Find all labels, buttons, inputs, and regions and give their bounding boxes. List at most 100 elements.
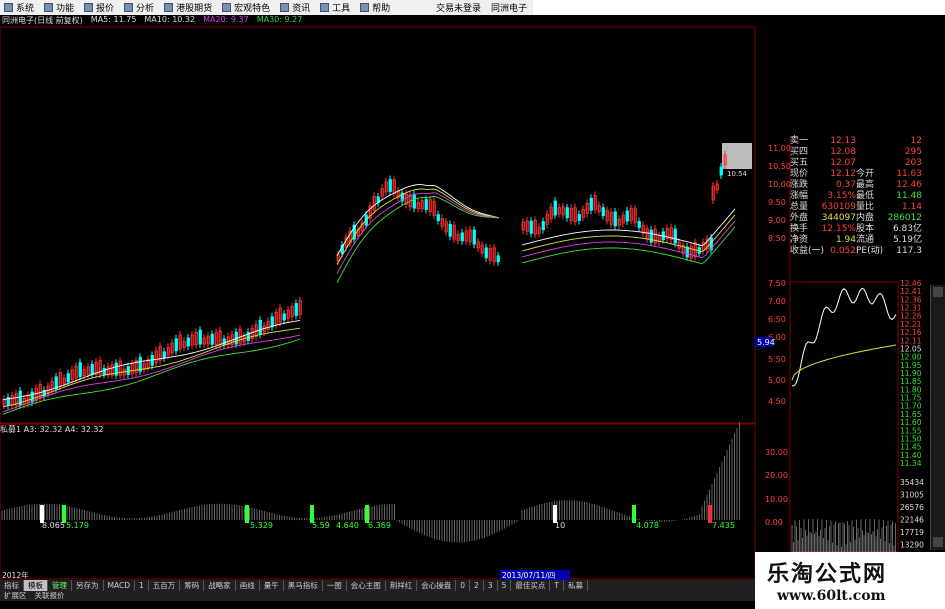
candle-body [637,221,641,228]
watermark-title: 乐淘公式网 [767,561,888,587]
tab-indicator[interactable]: T [550,580,564,591]
intraday-chart [791,287,897,552]
volume-tick-label: 26576 [900,503,924,512]
indicator-tick-label: 20.00 [765,471,788,480]
candle-body [529,220,533,234]
quote-label: 股本 [856,224,875,234]
tab-indicator[interactable]: 另存为 [72,580,104,591]
volume-tick-label: 22146 [900,516,924,525]
ma-line [336,184,500,256]
indicator-name: 私募1 [0,425,22,434]
intraday-price-line [792,287,897,387]
tab-indicator[interactable]: 五百万 [149,580,181,591]
tab-indicator[interactable]: 战略家 [204,580,236,591]
candle-body [162,351,166,359]
price-tick-label: 7.50 [768,279,786,288]
tab-indicator[interactable]: 3 [484,580,498,591]
quote-value: 11.48 [896,191,922,201]
candlesticks [2,151,727,410]
price-tick-label: 5.00 [768,376,786,385]
candle-body [448,223,452,237]
candle-body [472,229,476,245]
tab-extension-area[interactable]: 扩展区 [0,591,31,601]
tab-indicator[interactable]: 一图 [323,580,347,591]
quote-label: 最低 [856,191,875,201]
quote-row: 涨幅 3.15% 最低 11.48 [790,191,940,202]
quote-row: 现价 12.12 今开 11.63 [790,169,940,180]
candle-body [388,179,392,192]
tab-indicator[interactable]: 筹码 [180,580,205,591]
indicator-value-label: 4.078 [636,521,659,530]
tab-indicator[interactable]: 5 [498,580,512,591]
candle-body [625,210,629,222]
tab-indicator[interactable]: 1 [135,580,149,591]
quote-label: 卖一 [790,136,809,146]
intraday-frame [789,281,899,553]
tab-indicator[interactable]: 荆祥红 [386,580,418,591]
chart-canvas: 11.00 10.50 10.00 9.50 9.00 8.50 7.50 7.00 6.50 6… [0,26,924,580]
tab-indicator[interactable]: 最佳买点 [511,580,551,591]
tab-indicator[interactable]: 黑马指标 [284,580,323,591]
tab-indicator[interactable]: 私募 [564,580,588,591]
quote-value: 12.15% [821,224,856,234]
indicator-panel-frame [0,423,756,580]
tab-indicator[interactable]: MACD [104,580,135,591]
tab-indicator[interactable]: 2 [470,580,484,591]
price-tick-label: 11.00 [768,144,791,153]
candle-body [685,246,689,258]
current-price-label: 5.94 [757,338,775,347]
intraday-axis: 12.4612.4112.3612.3112.2612.2112.1612.11… [900,279,922,468]
quote-row: 净资 1.94 流通 5.19亿 [790,235,940,246]
price-tick-label: 8.50 [768,234,786,243]
quote-value: 344097 [821,213,856,223]
quote-label: 涨跌 [790,180,809,190]
scroll-down-button[interactable] [933,537,943,547]
tab-indicator[interactable]: 画线 [236,580,260,591]
tab-indicator[interactable]: 量午 [260,580,284,591]
price-tick-label: 6.50 [768,315,786,324]
quote-value: 11.63 [896,169,922,179]
indicator-value-labels: 8.065 5.179 5.329 5.59 4.640 6.369 10 4.078 7.43… [42,521,735,530]
ma-line [2,334,301,413]
tab-related-quotes[interactable]: 关联报价 [31,591,69,601]
tab-indicator[interactable]: 指标 [0,580,24,591]
quote-label: 外盘 [790,213,809,223]
price-tick-label: 5.50 [768,355,786,364]
tab-indicator[interactable]: 管理 [48,580,72,591]
quote-table: 卖一 12.13 12 买四 12.08 295 买五 12.07 203 现价 12.12 今开 11… [790,136,940,257]
tab-indicator[interactable]: 会心主图 [347,580,386,591]
candle-body [649,229,653,243]
indicator-value-label: 6.369 [368,521,391,530]
tab-indicator[interactable]: 0 [456,580,471,591]
candle-body [719,166,723,176]
quote-label: 最高 [856,180,875,190]
price-axis: 11.0010.5010.009.509.008.507.507.006.506… [768,144,791,406]
quote-label: 量比 [856,202,875,212]
date-marker: 2013/07/11/四 [502,571,555,580]
quote-value: 295 [904,147,922,157]
quote-value: 0.052 [830,246,856,256]
quote-row: 外盘 344097 内盘 286012 [790,213,940,224]
indicator-value-label: 8.065 [42,521,65,530]
tab-indicator[interactable]: 会心操盘 [417,580,457,591]
candle-body [673,228,677,244]
quote-label: 收益(一) [790,246,825,256]
candle-body [424,199,428,210]
candle-body [294,303,298,316]
price-tick-label: 9.50 [768,198,786,207]
indicator-value-label: 10 [555,521,565,530]
candle-body [222,338,226,346]
quote-row: 收益(一) 0.052 PE(动) 117.3 [790,246,940,257]
indicator-a3: A3: 32.32 [23,425,63,434]
scroll-up-button[interactable] [933,287,943,297]
candle-body [553,200,557,216]
quote-label: 涨幅 [790,191,809,201]
price-tick-label: 9.00 [768,216,786,225]
candle-body [102,368,106,375]
tab-indicator[interactable]: 模板 [24,580,48,591]
indicator-a4: A4: 32.32 [64,425,104,434]
quote-value: 117.3 [896,246,922,256]
scrollbar[interactable] [930,285,945,550]
quote-value: 6.83亿 [892,224,922,234]
candle-body [66,373,70,383]
